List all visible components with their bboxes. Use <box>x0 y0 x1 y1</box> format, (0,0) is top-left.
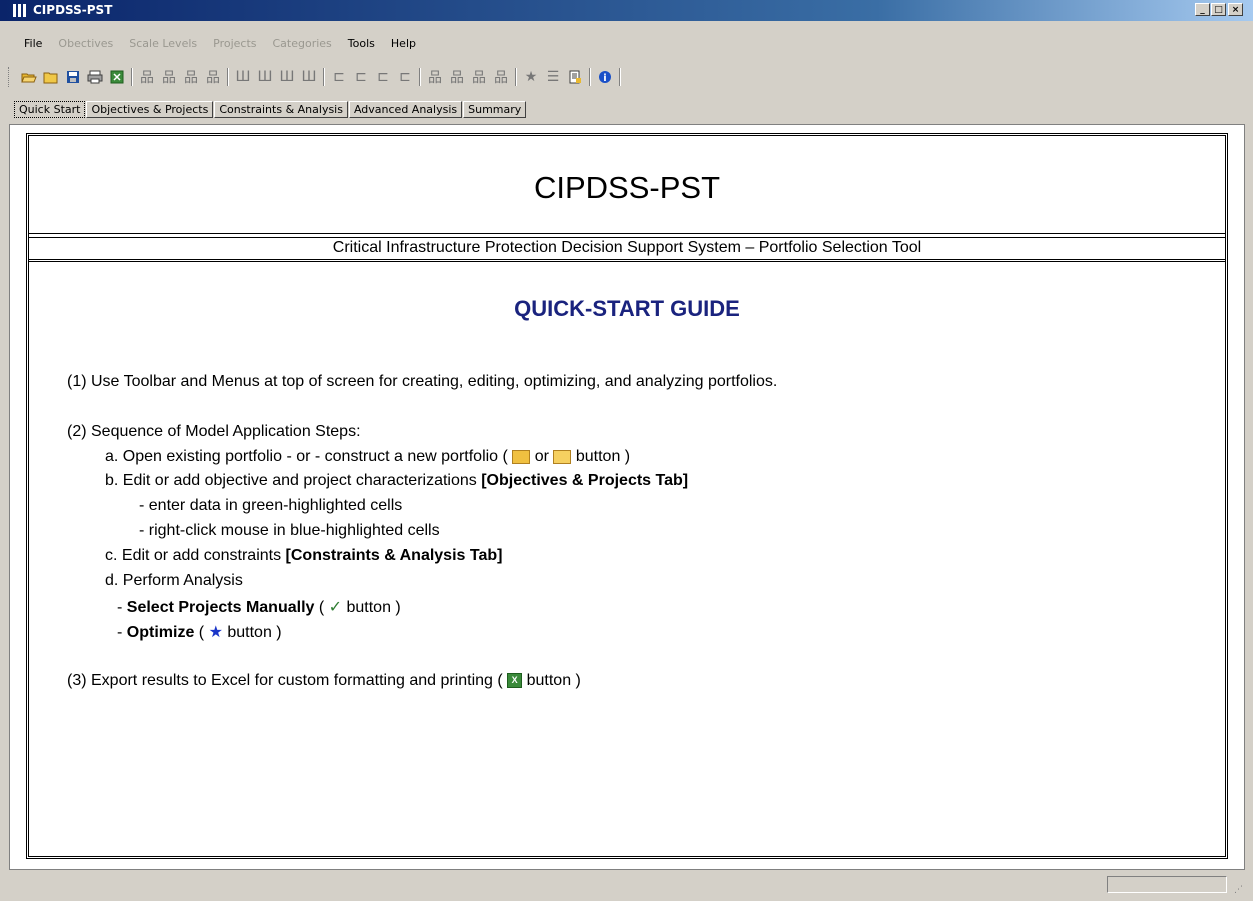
toolbar-separator <box>227 68 229 86</box>
menu-categories[interactable]: Categories <box>265 37 340 53</box>
minimize-button[interactable]: _ <box>1195 3 1210 16</box>
title-box: CIPDSS-PST <box>29 136 1225 234</box>
add-project-icon[interactable]: Ш <box>232 66 254 88</box>
step-2a-or: or <box>530 448 554 465</box>
window-title: CIPDSS-PST <box>33 3 113 17</box>
select-manually-label: Select Projects Manually <box>126 599 315 616</box>
tab-constraints-analysis[interactable]: Constraints & Analysis <box>214 101 348 118</box>
step-2: (2) Sequence of Model Application Steps: <box>67 423 361 440</box>
status-bar: ⋰ <box>9 872 1245 899</box>
star-icon: ★ <box>208 624 223 641</box>
toolbar-separator <box>419 68 421 86</box>
step-2b-text: b. Edit or add objective and project cha… <box>105 472 482 489</box>
toolbar-separator <box>589 68 591 86</box>
add-constraint-icon[interactable]: ⊏ <box>328 66 350 88</box>
toolbar-separator <box>515 68 517 86</box>
quick-start-frame: CIPDSS-PST Critical Infrastructure Prote… <box>26 133 1228 859</box>
report-icon[interactable] <box>564 66 586 88</box>
step-2a: a. Open existing portfolio - or - constr… <box>105 448 630 466</box>
page-subtitle: Critical Infrastructure Protection Decis… <box>29 237 1225 262</box>
save-icon[interactable] <box>62 66 84 88</box>
append-constraint-icon[interactable]: ⊏ <box>372 66 394 88</box>
check-icon: ✓ <box>328 599 343 616</box>
step-2d-manual: - Select Projects Manually ( ✓ button ) <box>117 599 401 616</box>
insert-objective-icon[interactable]: 品 <box>158 66 180 88</box>
star-icon[interactable]: ★ <box>520 66 542 88</box>
delete-constraint-icon[interactable]: ⊏ <box>394 66 416 88</box>
print-icon[interactable] <box>84 66 106 88</box>
toolbar-separator <box>131 68 133 86</box>
page-title: CIPDSS-PST <box>533 170 721 205</box>
menu-help[interactable]: Help <box>383 37 424 53</box>
step-2c-tab: [Constraints & Analysis Tab] <box>285 547 503 564</box>
step-2d: d. Perform Analysis <box>105 572 243 589</box>
append-project-icon[interactable]: Ш <box>276 66 298 88</box>
add-objective-icon[interactable]: 品 <box>136 66 158 88</box>
toolbar-grip[interactable] <box>8 67 12 87</box>
step-2d-manual-post: button ) <box>342 599 401 616</box>
step-2b-i: - enter data in green-highlighted cells <box>139 497 403 514</box>
window-controls: _ □ × <box>1195 3 1243 16</box>
tab-objectives-projects[interactable]: Objectives & Projects <box>86 101 214 118</box>
step-3: (3) Export results to Excel for custom f… <box>67 672 581 690</box>
optimize-label: Optimize <box>126 624 195 641</box>
guide-title: QUICK-START GUIDE <box>514 296 740 321</box>
delete-category-icon[interactable]: 品 <box>490 66 512 88</box>
new-folder-icon <box>553 449 572 464</box>
insert-category-icon[interactable]: 品 <box>446 66 468 88</box>
svg-text:i: i <box>603 73 606 84</box>
step-2a-text: a. Open existing portfolio - or - constr… <box>105 448 513 465</box>
menu-file[interactable]: File <box>0 37 50 53</box>
step-2c: c. Edit or add constraints [Constraints … <box>105 547 502 565</box>
menu-tools[interactable]: Tools <box>340 37 383 53</box>
toolbar-separator <box>323 68 325 86</box>
insert-constraint-icon[interactable]: ⊏ <box>350 66 372 88</box>
append-category-icon[interactable]: 品 <box>468 66 490 88</box>
app-icon <box>13 4 26 17</box>
menu-scale-levels[interactable]: Scale Levels <box>121 37 205 53</box>
status-field <box>1107 876 1227 893</box>
close-button[interactable]: × <box>1228 3 1243 16</box>
list-icon[interactable]: ☰ <box>542 66 564 88</box>
menu-objectives[interactable]: Obectives <box>50 37 121 53</box>
step-2a-post: button ) <box>571 448 631 465</box>
maximize-button[interactable]: □ <box>1211 3 1226 16</box>
tab-advanced-analysis[interactable]: Advanced Analysis <box>348 101 463 118</box>
excel-icon[interactable] <box>106 66 128 88</box>
delete-project-icon[interactable]: Ш <box>298 66 320 88</box>
tab-summary[interactable]: Summary <box>463 101 527 118</box>
menu-projects[interactable]: Projects <box>205 37 264 53</box>
add-category-icon[interactable]: 品 <box>424 66 446 88</box>
step-2d-opt-post: button ) <box>222 624 282 641</box>
delete-objective-icon[interactable]: 品 <box>202 66 224 88</box>
step-3-text: (3) Export results to Excel for custom f… <box>67 672 508 689</box>
excel-icon: X <box>507 673 523 689</box>
info-icon[interactable]: i <box>594 66 616 88</box>
step-3-post: button ) <box>522 672 581 689</box>
toolbar-separator <box>619 68 621 86</box>
append-objective-icon[interactable]: 品 <box>180 66 202 88</box>
resize-grip-icon[interactable]: ⋰ <box>1234 885 1243 895</box>
open-icon <box>512 449 531 464</box>
toolbar: 品 品 品 品 Ш Ш Ш Ш ⊏ ⊏ ⊏ ⊏ 品 品 品 品 ★ ☰ i <box>8 65 624 89</box>
menu-bar: File Obectives Scale Levels Projects Cat… <box>0 37 424 53</box>
title-bar: CIPDSS-PST _ □ × <box>0 0 1253 21</box>
step-2b-tab: [Objectives & Projects Tab] <box>481 472 689 489</box>
tab-quick-start[interactable]: Quick Start <box>14 101 86 118</box>
quick-start-panel: CIPDSS-PST Critical Infrastructure Prote… <box>9 124 1245 870</box>
open-icon[interactable] <box>18 66 40 88</box>
insert-project-icon[interactable]: Ш <box>254 66 276 88</box>
step-2d-optimize: - Optimize ( ★ button ) <box>117 624 282 641</box>
new-folder-icon[interactable] <box>40 66 62 88</box>
step-2b-ii: - right-click mouse in blue-highlighted … <box>139 522 440 539</box>
step-2b: b. Edit or add objective and project cha… <box>105 472 688 490</box>
step-2c-text: c. Edit or add constraints <box>105 547 286 564</box>
tab-strip: Quick Start Objectives & Projects Constr… <box>14 101 527 121</box>
step-1: (1) Use Toolbar and Menus at top of scre… <box>67 373 778 390</box>
